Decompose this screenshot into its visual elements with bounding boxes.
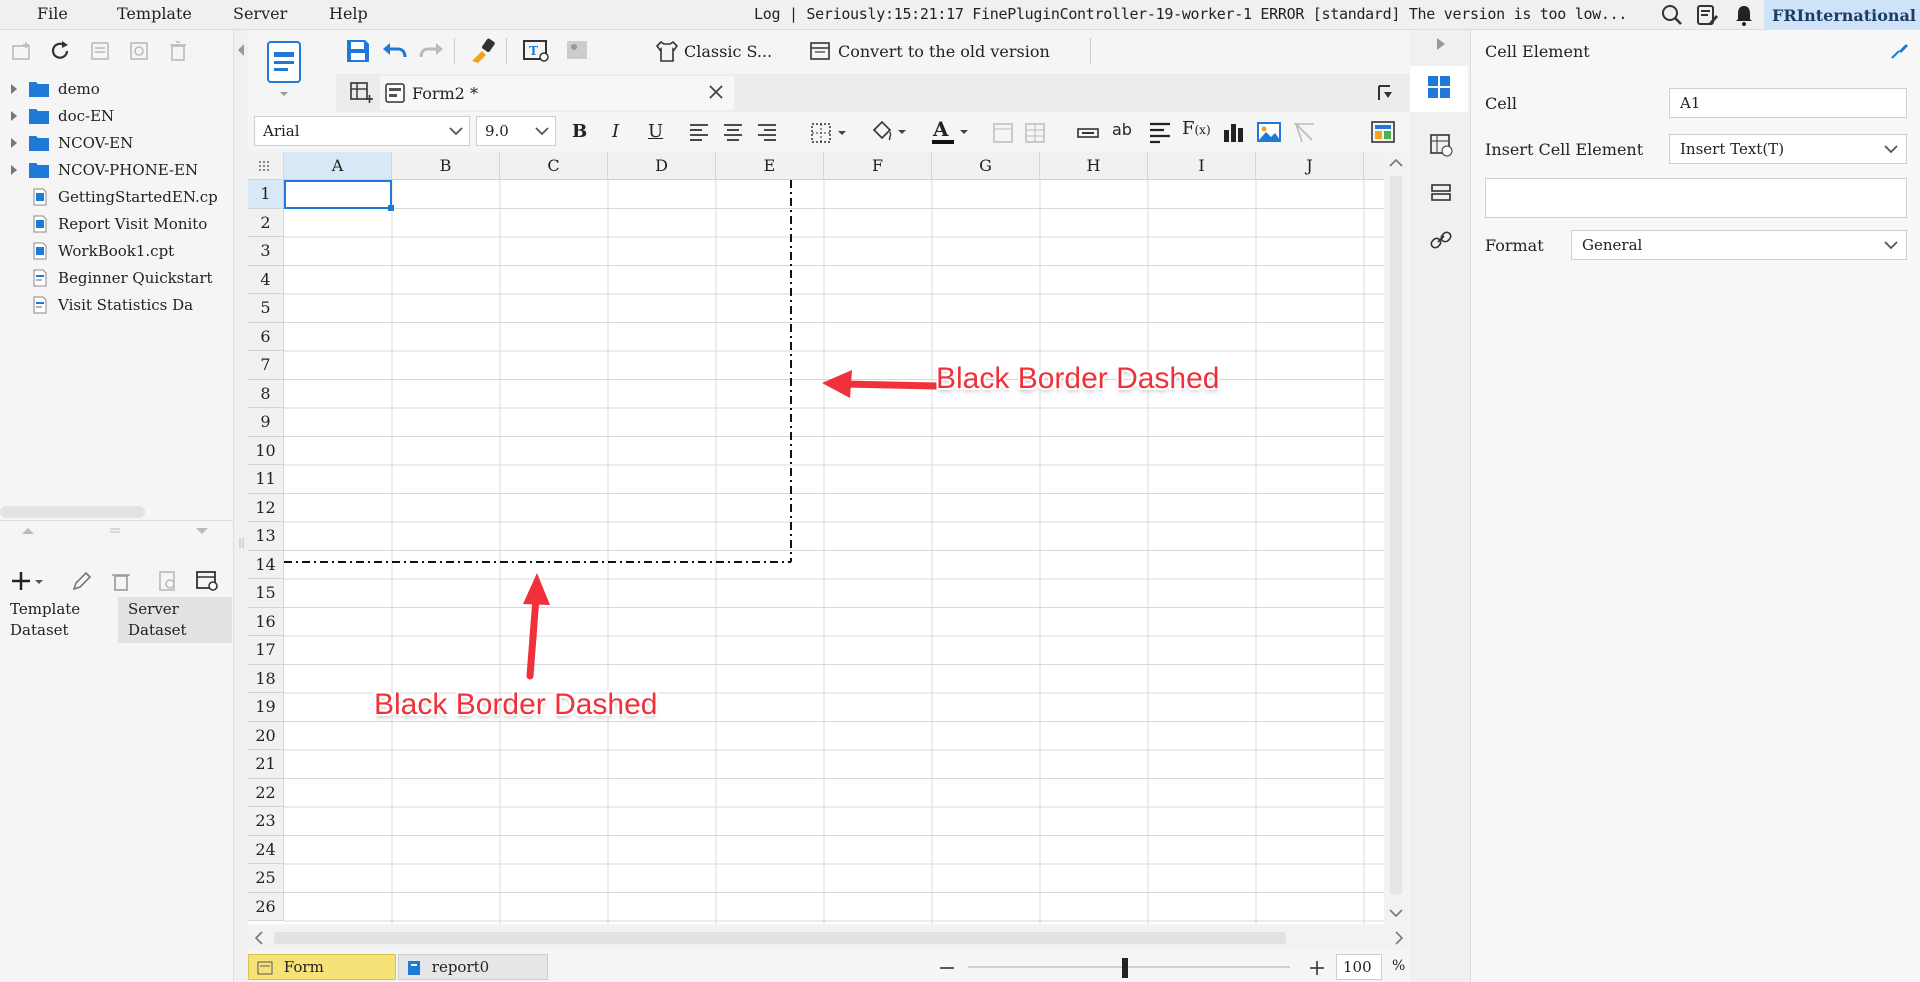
annotation-arrows [523, 370, 940, 680]
annotation-label-bottom: Black Border Dashed [374, 688, 658, 721]
annotation-arrow-up [523, 573, 550, 680]
annotation-label-right: Black Border Dashed [936, 362, 1220, 395]
annotation-arrow-right [822, 370, 940, 398]
